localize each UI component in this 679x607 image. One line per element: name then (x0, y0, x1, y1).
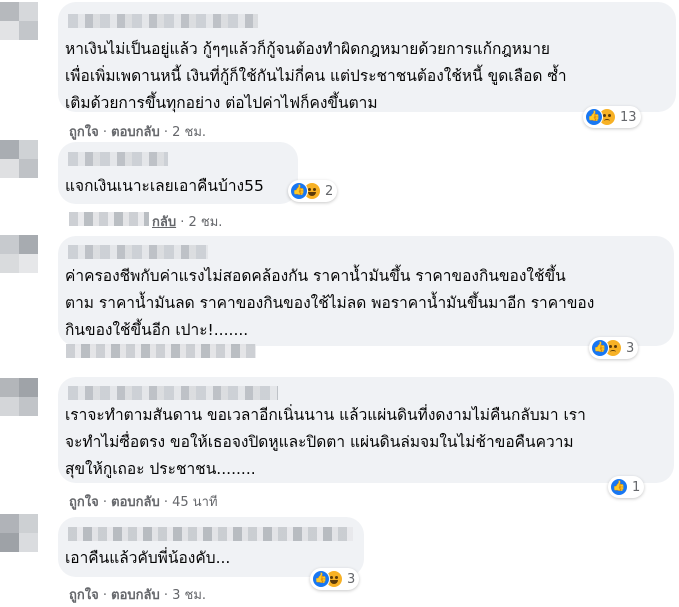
comment-line: หาเงินไม่เป็นอยู่แล้ว กู้ๆๆแล้วก็กู้จนต้… (65, 40, 550, 58)
comment-line: เติมด้วยการขึ้นทุกอย่าง ต่อไปค่าไฟก็คงขึ… (65, 94, 378, 112)
comment-line: จะทำไม่ซื่อตรง ขอให้เธอจงปิดหูและปิดตา แ… (65, 433, 574, 451)
comment-bubble: เราจะทำตามสันดาน ขอเวลาอีกเนิ่นนาน แล้วแ… (58, 377, 674, 483)
like-button[interactable]: ถูกใจ (69, 588, 99, 603)
separator: · (102, 588, 112, 603)
like-button[interactable]: ถูกใจ (69, 125, 99, 140)
reaction-summary[interactable]: 👍 2 (288, 180, 338, 202)
reaction-count: 13 (620, 109, 637, 125)
comment-actions: ถูกใจ · ตอบกลับ · 2 ชม. (69, 121, 206, 142)
comment-line: แจกเงินเนาะเลยเอาคืนบ้าง55 (65, 177, 264, 195)
like-icon: 👍 (610, 478, 628, 496)
comment-line: สุขให้กูเถอะ ประชาชน........ (65, 460, 256, 478)
separator: · (163, 125, 173, 140)
reaction-summary[interactable]: 👍 13 (583, 106, 641, 128)
separator: · (163, 588, 173, 603)
timestamp[interactable]: 2 ชม. (189, 215, 223, 230)
timestamp[interactable]: 3 ชม. (172, 588, 206, 603)
reaction-count: 3 (626, 340, 635, 356)
avatar[interactable] (0, 2, 38, 40)
commenter-name[interactable] (68, 245, 208, 259)
like-icon: 👍 (585, 108, 603, 126)
avatar[interactable] (0, 235, 38, 273)
commenter-name[interactable] (68, 14, 258, 28)
comment-actions: ถูกใจ · ตอบกลับ · 45 นาที (69, 491, 218, 512)
blurred-text (66, 344, 256, 358)
comment-line: ค่าครองชีพกับค่าแรงไม่สอดคล้องกัน ราคาน้… (65, 267, 566, 285)
comment-line: เอาคืนแล้วคับพี่น้องคับ... (65, 549, 231, 567)
comment-line: กินของใช้ขึ้นอีก เปาะ!....... (65, 321, 249, 339)
like-icon: 👍 (591, 339, 609, 357)
timestamp[interactable]: 45 นาที (172, 495, 217, 510)
like-icon: 👍 (290, 182, 308, 200)
blurred-text (69, 212, 149, 226)
avatar[interactable] (0, 378, 38, 416)
like-icon: 👍 (312, 570, 330, 588)
reply-button[interactable]: ตอบกลับ (111, 495, 160, 510)
timestamp[interactable]: 2 ชม. (172, 125, 206, 140)
separator: · (102, 125, 112, 140)
reply-button[interactable]: ตอบกลับ (111, 588, 160, 603)
like-button[interactable]: ถูกใจ (69, 495, 99, 510)
reaction-count: 1 (632, 479, 641, 495)
reaction-summary[interactable]: 👍 3 (310, 568, 360, 590)
comment-line: เราจะทำตามสันดาน ขอเวลาอีกเนิ่นนาน แล้วแ… (65, 406, 586, 424)
reaction-count: 2 (325, 183, 334, 199)
comment-bubble: ค่าครองชีพกับค่าแรงไม่สอดคล้องกัน ราคาน้… (58, 236, 674, 346)
reaction-count: 3 (347, 571, 356, 587)
avatar[interactable] (0, 514, 38, 552)
reply-button[interactable]: กลับ (152, 215, 176, 230)
commenter-name[interactable] (68, 152, 168, 166)
comment-actions: ถูกใจ · ตอบกลับ · 3 ชม. (69, 584, 206, 605)
comment-bubble: แจกเงินเนาะเลยเอาคืนบ้าง55 (58, 142, 298, 204)
avatar[interactable] (0, 140, 38, 178)
separator: · (163, 495, 173, 510)
blurred-text (68, 527, 353, 541)
commenter-name[interactable] (68, 386, 278, 400)
separator: · (180, 215, 189, 230)
comment-line: เพื่อเพิ่มเพดานหนี้ เงินที่กู้ก็ใช้กันไม… (65, 67, 567, 85)
comment-actions: กลับ · 2 ชม. (152, 211, 222, 232)
reaction-summary[interactable]: 👍 1 (608, 476, 645, 498)
reaction-summary[interactable]: 👍 3 (589, 337, 639, 359)
reply-button[interactable]: ตอบกลับ (111, 125, 160, 140)
comment-line: ตาม ราคาน้ำมันลด ราคาของกินของใช้ไม่ลด พ… (65, 294, 595, 312)
separator: · (102, 495, 112, 510)
comment-bubble: หาเงินไม่เป็นอยู่แล้ว กู้ๆๆแล้วก็กู้จนต้… (58, 2, 676, 112)
